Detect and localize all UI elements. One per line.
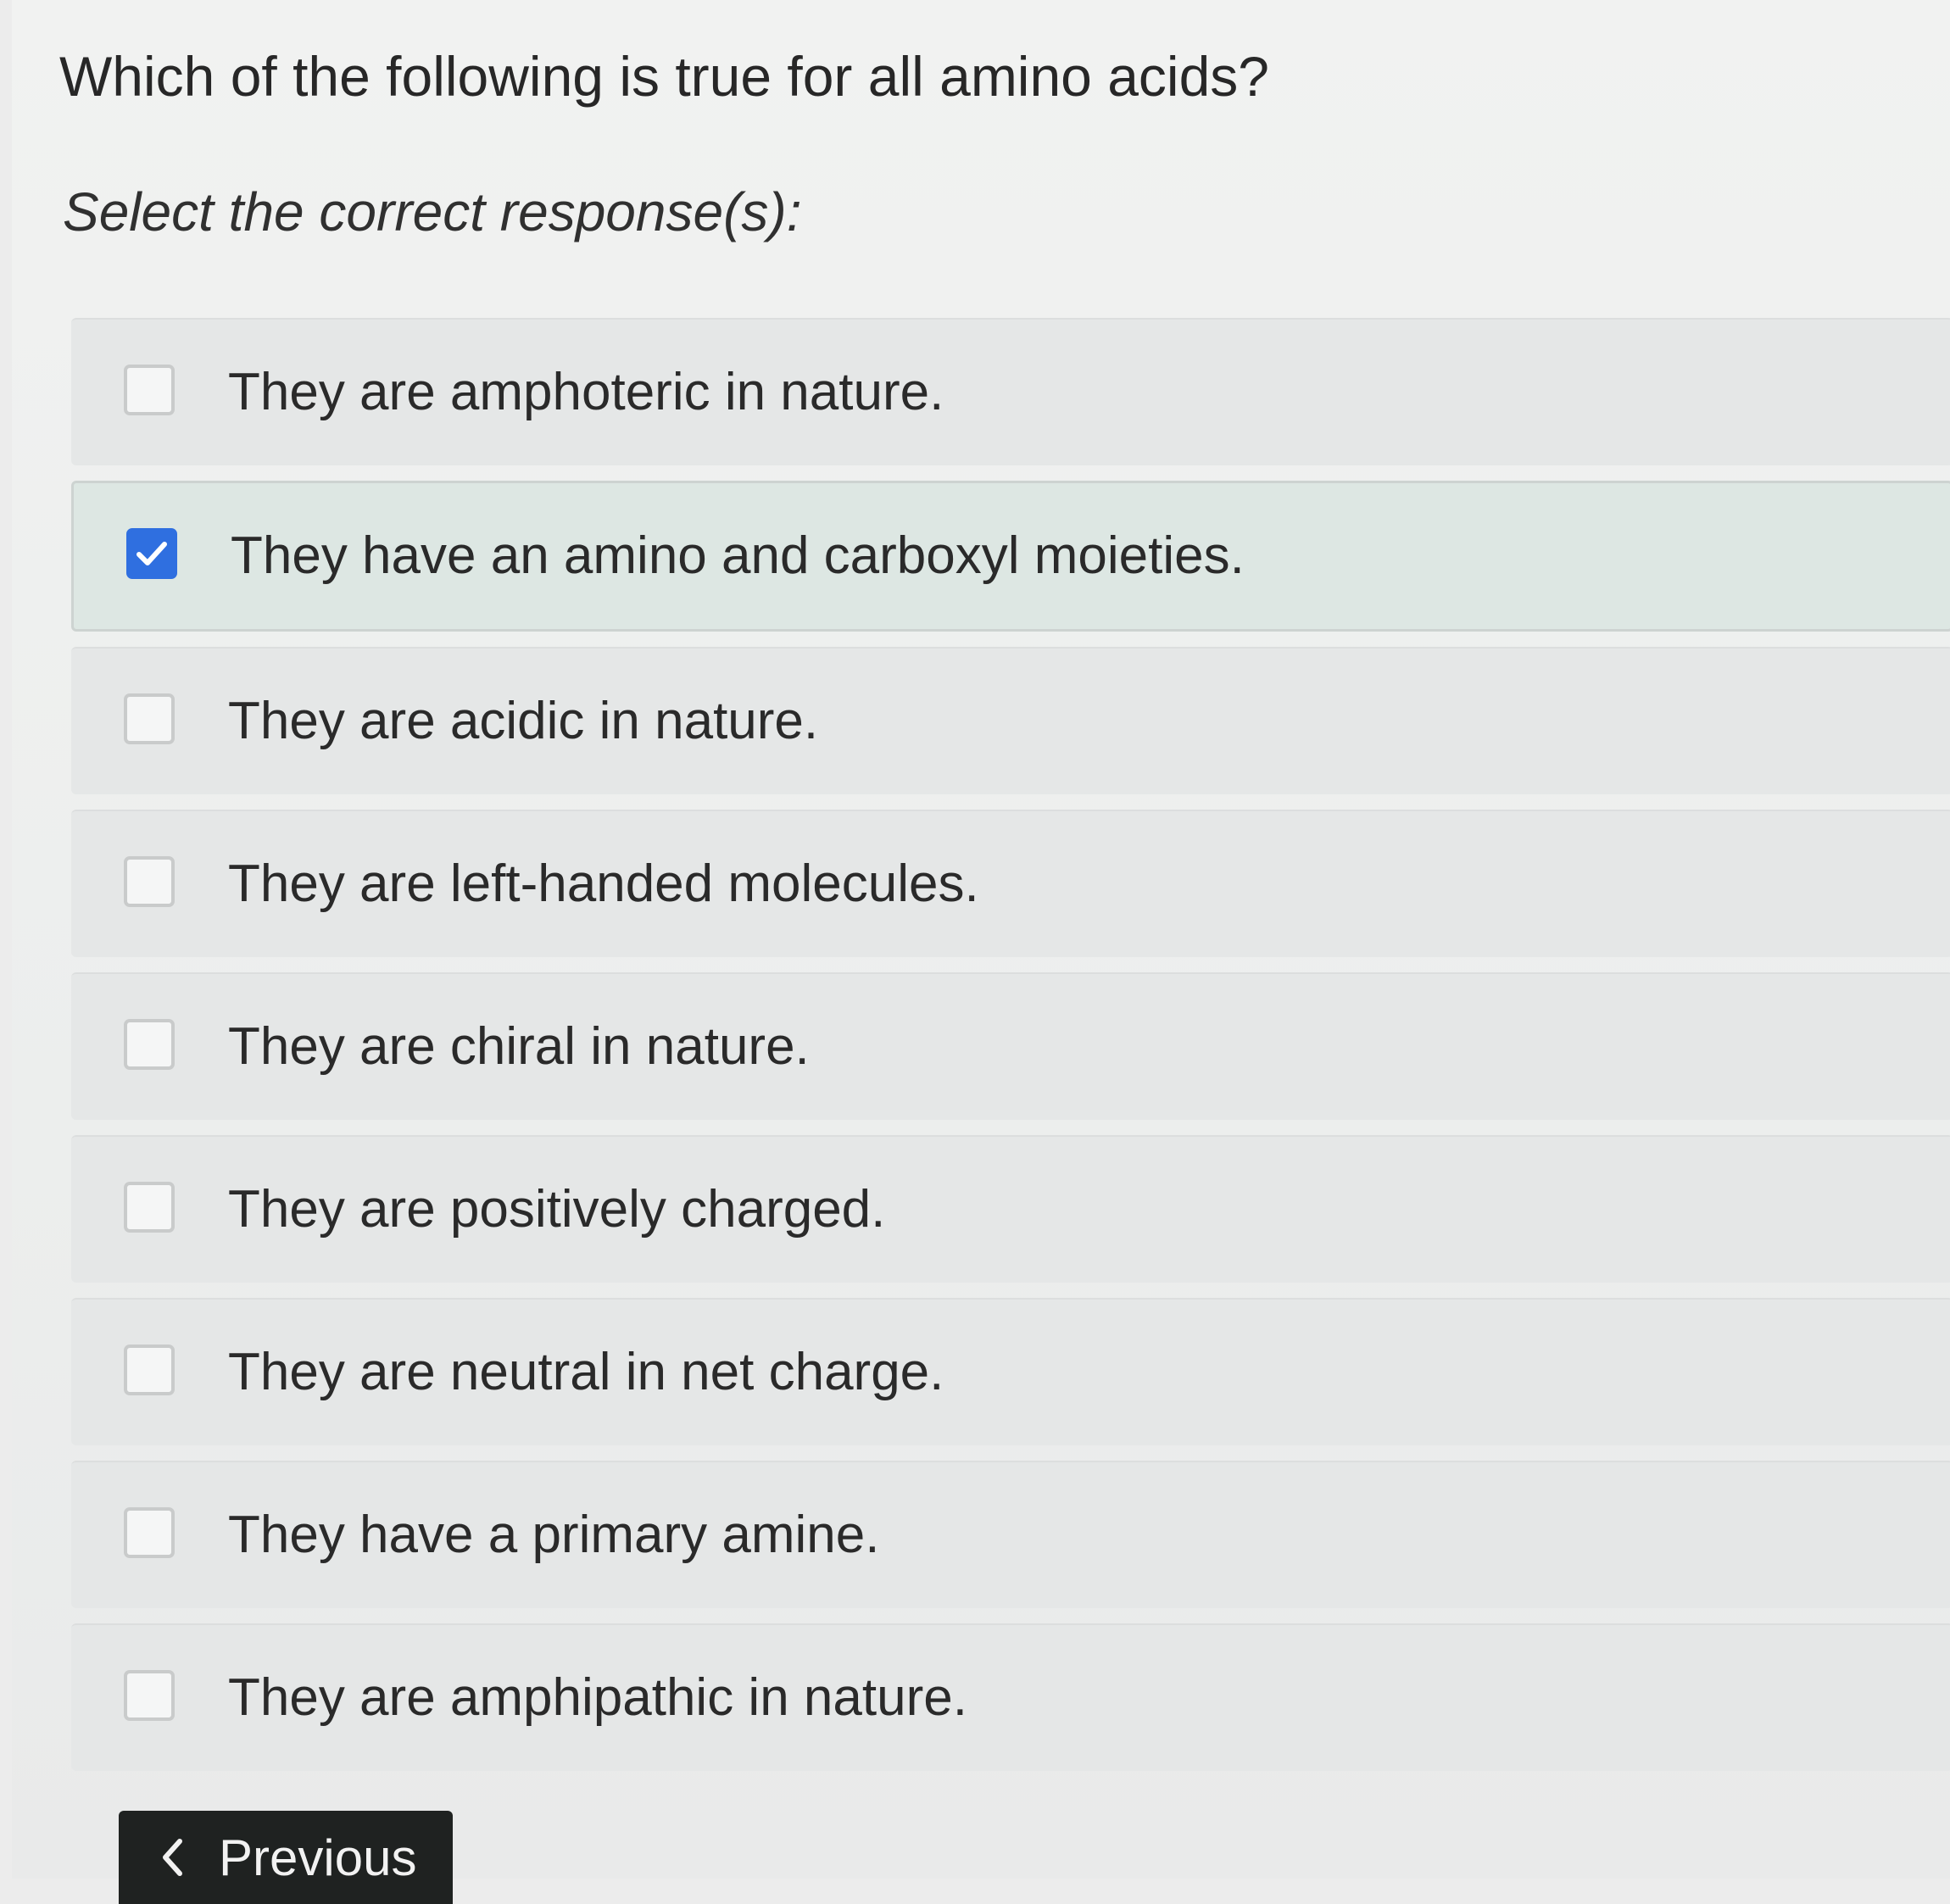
answer-option-label: They are left-handed molecules. xyxy=(228,855,979,913)
answer-option-selected[interactable]: They have an amino and carboxyl moieties… xyxy=(71,481,1950,632)
answer-option-label: They are chiral in nature. xyxy=(228,1017,810,1076)
answer-option-label: They are acidic in nature. xyxy=(228,692,819,750)
answer-option[interactable]: They are chiral in nature. xyxy=(71,972,1950,1120)
answer-option[interactable]: They are left-handed molecules. xyxy=(71,810,1950,957)
previous-button[interactable]: Previous xyxy=(119,1811,453,1904)
answer-option[interactable]: They are positively charged. xyxy=(71,1135,1950,1283)
answer-option[interactable]: They are neutral in net charge. xyxy=(71,1298,1950,1445)
chevron-left-icon xyxy=(163,1839,182,1876)
question-text: Which of the following is true for all a… xyxy=(59,45,1269,108)
answer-option[interactable]: They are acidic in nature. xyxy=(71,647,1950,794)
answer-option-label: They have a primary amine. xyxy=(228,1506,880,1564)
question-instruction: Select the correct response(s): xyxy=(63,181,802,242)
checkbox[interactable] xyxy=(124,1019,175,1070)
answer-option-label: They are amphipathic in nature. xyxy=(228,1668,967,1727)
answer-option-label: They have an amino and carboxyl moieties… xyxy=(231,526,1245,585)
checkmark-icon xyxy=(136,542,167,565)
answer-option-label: They are neutral in net charge. xyxy=(228,1343,944,1401)
answer-option-label: They are amphoteric in nature. xyxy=(228,363,944,421)
answer-option[interactable]: They are amphoteric in nature. xyxy=(71,318,1950,465)
checkbox[interactable] xyxy=(124,1344,175,1395)
answer-option-label: They are positively charged. xyxy=(228,1180,886,1239)
checkbox[interactable] xyxy=(124,1670,175,1721)
checkbox-checked[interactable] xyxy=(126,528,177,579)
quiz-page: Which of the following is true for all a… xyxy=(12,0,1950,1904)
answer-options: They are amphoteric in nature. They have… xyxy=(71,318,1950,1786)
checkbox[interactable] xyxy=(124,1182,175,1233)
answer-option[interactable]: They are amphipathic in nature. xyxy=(71,1623,1950,1771)
checkbox[interactable] xyxy=(124,856,175,907)
checkbox[interactable] xyxy=(124,365,175,415)
answer-option[interactable]: They have a primary amine. xyxy=(71,1461,1950,1608)
checkbox[interactable] xyxy=(124,1507,175,1558)
previous-button-label: Previous xyxy=(219,1829,417,1886)
checkbox[interactable] xyxy=(124,693,175,744)
